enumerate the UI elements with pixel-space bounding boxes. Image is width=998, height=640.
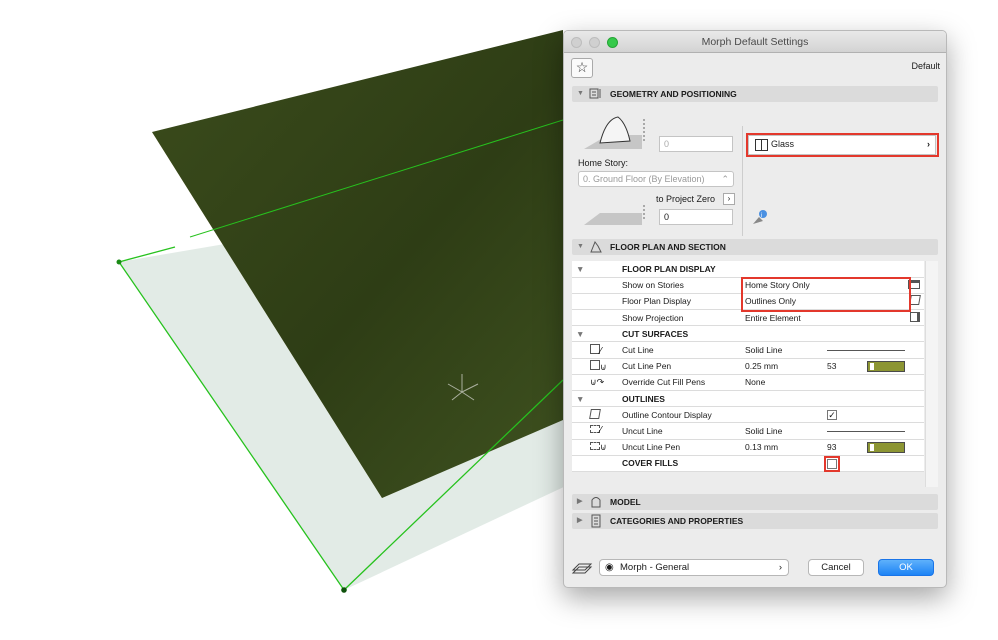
row-label: COVER FILLS xyxy=(622,455,745,472)
home-story-value: 0. Ground Floor (By Elevation) xyxy=(583,174,705,184)
line-type-preview xyxy=(827,431,905,433)
star-icon: ☆ xyxy=(575,59,589,75)
material-highlight xyxy=(746,133,939,157)
favorites-button[interactable]: ☆ xyxy=(571,58,593,78)
geometry-icon xyxy=(589,88,601,99)
eye-icon: ◉ xyxy=(605,562,614,573)
section-categories-properties[interactable]: ▶ CATEGORIES AND PROPERTIES xyxy=(572,513,938,529)
cut-line-value[interactable]: Solid Line xyxy=(745,341,827,359)
pen-color-swatch[interactable] xyxy=(867,360,905,372)
reference-arrow-button[interactable]: › xyxy=(723,193,735,205)
title-bar[interactable]: Morph Default Settings xyxy=(564,31,946,53)
collapse-arrow-icon[interactable]: ▼ xyxy=(572,325,590,343)
morph-top-offset-icon xyxy=(584,116,645,149)
row-label: Uncut Line xyxy=(622,422,745,440)
table-row[interactable]: ⁄ Cut Line Solid Line xyxy=(572,341,924,359)
floor-plan-icon xyxy=(590,240,602,253)
collapse-arrow-icon[interactable]: ▼ xyxy=(577,86,584,102)
cover-fills-highlight xyxy=(824,456,840,472)
cut-line-icon xyxy=(590,343,600,354)
section-label: GEOMETRY AND POSITIONING xyxy=(610,89,737,99)
bottom-offset-input[interactable]: 0 xyxy=(659,209,733,225)
selection-node[interactable] xyxy=(341,587,347,593)
pen-color-swatch[interactable] xyxy=(867,441,905,453)
pen-number: 53 xyxy=(827,358,867,375)
line-type-preview xyxy=(827,350,905,352)
cut-line-pen-value[interactable]: 0.25 mm xyxy=(745,358,827,375)
row-label: Uncut Line Pen xyxy=(622,439,745,456)
divider xyxy=(742,126,743,236)
row-label: Outline Contour Display xyxy=(622,406,745,424)
table-row[interactable]: ⊍ Cut Line Pen 0.25 mm 53 xyxy=(572,358,924,375)
default-label: Default xyxy=(911,61,940,71)
to-project-zero-label: to Project Zero xyxy=(656,194,716,204)
row-label: Show Projection xyxy=(622,309,745,327)
cover-fills-row[interactable]: COVER FILLS xyxy=(572,455,924,472)
expand-arrow-icon[interactable]: ▶ xyxy=(577,494,582,510)
layer-value: Morph - General xyxy=(620,562,690,573)
group-header-cut-surfaces[interactable]: ▼ CUT SURFACES xyxy=(572,325,924,343)
section-label: FLOOR PLAN AND SECTION xyxy=(610,242,726,252)
table-row[interactable]: ⁄ Uncut Line Solid Line xyxy=(572,422,924,440)
chevron-right-icon: › xyxy=(778,562,782,573)
cancel-button[interactable]: Cancel xyxy=(808,559,864,576)
row-label: Floor Plan Display xyxy=(622,293,745,311)
model-icon xyxy=(591,497,601,508)
selection-node[interactable] xyxy=(116,259,122,265)
pen-number: 93 xyxy=(827,439,867,456)
window-title: Morph Default Settings xyxy=(701,36,809,48)
section-label: CATEGORIES AND PROPERTIES xyxy=(610,516,744,526)
collapse-arrow-icon[interactable]: ▼ xyxy=(572,390,590,408)
expand-arrow-icon[interactable]: ▶ xyxy=(577,513,582,529)
override-pen-icon: ⊍↷ xyxy=(590,376,605,387)
group-header-outlines[interactable]: ▼ OUTLINES xyxy=(572,390,924,408)
group-title: FLOOR PLAN DISPLAY xyxy=(622,261,924,278)
uncut-line-value[interactable]: Solid Line xyxy=(745,422,827,440)
override-cut-fill-value[interactable]: None xyxy=(745,374,827,392)
section-geometry-positioning[interactable]: ▼ GEOMETRY AND POSITIONING xyxy=(572,86,938,102)
projection-icon xyxy=(910,311,920,322)
layer-selector[interactable]: ◉ Morph - General › xyxy=(599,559,789,576)
dialog-footer: ◉ Morph - General › Cancel OK xyxy=(564,553,946,587)
section-floor-plan-section[interactable]: ▼ FLOOR PLAN AND SECTION xyxy=(572,239,938,255)
row-label: Override Cut Fill Pens xyxy=(622,374,745,392)
home-story-label: Home Story: xyxy=(578,158,629,168)
stories-display-highlight xyxy=(741,277,911,312)
row-label: Show on Stories xyxy=(622,277,745,294)
outline-contour-icon xyxy=(589,408,601,419)
collapse-arrow-icon[interactable]: ▼ xyxy=(572,261,590,278)
pen-icon xyxy=(590,359,600,370)
row-label: Cut Line Pen xyxy=(622,358,745,375)
table-row[interactable]: ⊍ Uncut Line Pen 0.13 mm 93 xyxy=(572,439,924,456)
outline-contour-checkbox[interactable]: ✓ xyxy=(827,410,837,421)
row-label: Cut Line xyxy=(622,341,745,359)
uncut-line-icon xyxy=(590,425,600,434)
svg-text:i: i xyxy=(761,213,762,219)
top-offset-input[interactable]: 0 xyxy=(659,136,733,152)
morph-bottom-offset-icon xyxy=(584,205,645,225)
properties-scrollbar[interactable] xyxy=(925,261,938,487)
table-row[interactable]: ⊍↷ Override Cut Fill Pens None xyxy=(572,374,924,392)
updown-icon: ⌃ xyxy=(721,174,729,184)
section-model[interactable]: ▶ MODEL xyxy=(572,494,938,510)
collapse-arrow-icon[interactable]: ▼ xyxy=(577,239,584,255)
ok-button[interactable]: OK xyxy=(878,559,934,576)
section-label: MODEL xyxy=(610,497,641,507)
group-title: CUT SURFACES xyxy=(622,325,924,343)
group-title: OUTLINES xyxy=(622,390,924,408)
uncut-line-pen-value[interactable]: 0.13 mm xyxy=(745,439,827,456)
uncut-pen-icon xyxy=(590,441,600,450)
surface-brush-icon[interactable]: i xyxy=(750,207,770,227)
home-story-select[interactable]: 0. Ground Floor (By Elevation) ⌃ xyxy=(578,171,734,187)
group-header-floor-plan-display[interactable]: ▼ FLOOR PLAN DISPLAY xyxy=(572,261,924,278)
morph-settings-dialog: Morph Default Settings ☆ Default ▼ GEOME… xyxy=(563,30,947,588)
layers-icon xyxy=(571,563,593,574)
table-row[interactable]: Outline Contour Display ✓ xyxy=(572,406,924,424)
categories-icon xyxy=(591,514,601,528)
